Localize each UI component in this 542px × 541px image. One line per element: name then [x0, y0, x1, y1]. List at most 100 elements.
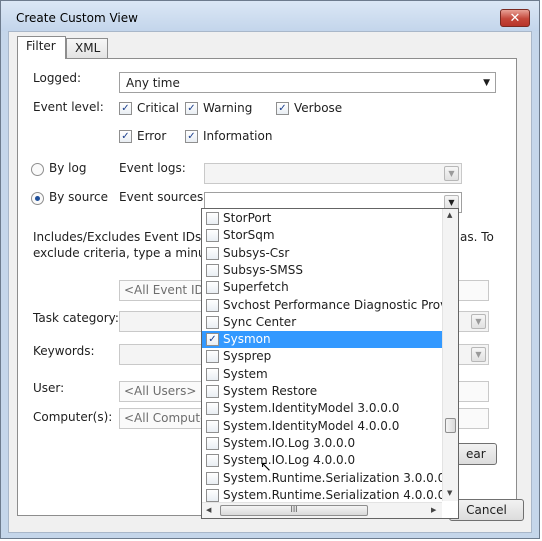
keywords-label: Keywords: [33, 344, 95, 358]
chevron-down-icon: ▼ [471, 314, 486, 329]
event-source-item[interactable]: StorSqm [202, 227, 442, 244]
error-label: Error [137, 129, 167, 143]
verbose-checkbox[interactable]: ✓ [276, 102, 289, 115]
event-source-checkbox[interactable] [206, 315, 219, 329]
event-source-label: Sysprep [223, 349, 272, 364]
event-level-label: Event level: [33, 100, 104, 114]
event-source-label: Svchost Performance Diagnostic Provider [223, 297, 459, 312]
event-source-checkbox[interactable] [206, 488, 219, 502]
event-source-checkbox[interactable] [206, 281, 219, 295]
event-source-label: System.IdentityModel 3.0.0.0 [223, 401, 400, 416]
event-source-item[interactable]: System.IdentityModel 3.0.0.0 [202, 400, 442, 417]
event-source-label: System.Runtime.Serialization 4.0.0.0 [223, 487, 446, 502]
by-log-radio[interactable] [31, 163, 44, 176]
event-source-label: Superfetch [223, 280, 289, 295]
event-source-label: StorSqm [223, 228, 275, 243]
event-sources-dropdown-list[interactable]: StorPort StorSqm Subsys-Csr Subsys-SMSS Supe… [201, 208, 459, 519]
computers-label: Computer(s): [33, 410, 113, 424]
user-label: User: [33, 381, 65, 395]
event-source-label: System.IO.Log 4.0.0.0 [223, 453, 356, 468]
event-source-item[interactable]: System.IO.Log 3.0.0.0 [202, 435, 442, 452]
tab-xml[interactable]: XML [66, 38, 108, 58]
by-source-label: By source [49, 190, 108, 204]
event-source-item[interactable]: Svchost Performance Diagnostic Provider [202, 297, 458, 314]
chevron-down-icon: ▼ [444, 166, 459, 181]
window-title: Create Custom View [16, 11, 138, 25]
event-source-checkbox[interactable] [206, 454, 219, 468]
event-source-checkbox[interactable] [206, 350, 219, 364]
event-source-item[interactable]: Subsys-SMSS [202, 262, 442, 279]
chevron-down-icon: ▼ [471, 347, 486, 362]
event-source-label: StorPort [223, 211, 272, 225]
horizontal-scroll-thumb[interactable]: III [220, 505, 368, 516]
scroll-right-icon[interactable]: ▶ [431, 506, 436, 514]
scroll-down-icon[interactable]: ▼ [447, 489, 452, 497]
by-log-label: By log [49, 161, 87, 175]
critical-checkbox[interactable]: ✓ [119, 102, 132, 115]
check-icon: ✓ [208, 334, 217, 346]
event-source-item[interactable]: Sysprep [202, 348, 442, 365]
critical-label: Critical [137, 101, 179, 115]
event-source-label: System.IdentityModel 4.0.0.0 [223, 418, 400, 433]
error-checkbox[interactable]: ✓ [119, 130, 132, 143]
event-source-item[interactable]: System Restore [202, 383, 442, 400]
event-source-checkbox[interactable]: ✓ [206, 333, 219, 347]
grip-icon: III [290, 505, 298, 514]
event-source-item[interactable]: System.Runtime.Serialization 3.0.0.0 [202, 470, 445, 487]
event-source-checkbox[interactable] [206, 471, 219, 485]
event-source-item[interactable]: System.IO.Log 4.0.0.0 [202, 452, 442, 469]
title-bar[interactable]: Create Custom View ✕ [1, 1, 539, 31]
check-icon: ✓ [187, 103, 196, 114]
create-custom-view-dialog: Create Custom View ✕ Filter XML Logged: … [0, 0, 540, 539]
vertical-scroll-thumb[interactable] [445, 418, 456, 433]
event-source-checkbox[interactable] [206, 367, 219, 381]
chevron-down-icon: ▼ [483, 78, 490, 88]
horizontal-scrollbar[interactable]: ◀ III ▶ [202, 502, 442, 518]
event-source-item[interactable]: StorPort [202, 210, 442, 227]
scroll-up-icon[interactable]: ▲ [447, 211, 452, 219]
by-source-radio[interactable] [31, 192, 44, 205]
event-source-label: Sync Center [223, 314, 297, 329]
event-source-checkbox[interactable] [206, 229, 219, 243]
event-logs-label: Event logs: [119, 161, 186, 175]
warning-label: Warning [203, 101, 253, 115]
event-source-checkbox[interactable] [206, 212, 219, 225]
check-icon: ✓ [121, 103, 130, 114]
task-category-label: Task category: [33, 311, 119, 325]
vertical-scrollbar[interactable]: ▲ ▼ [442, 209, 458, 501]
event-source-checkbox[interactable] [206, 402, 219, 416]
event-source-label: Subsys-SMSS [223, 262, 303, 277]
close-button[interactable]: ✕ [500, 9, 530, 27]
logged-select[interactable]: Any time ▼ [119, 72, 496, 93]
check-icon: ✓ [278, 103, 287, 114]
check-icon: ✓ [121, 131, 130, 142]
event-source-label: System [223, 366, 268, 381]
logged-label: Logged: [33, 71, 82, 85]
event-source-item[interactable]: ✓ Sysmon [202, 331, 442, 349]
event-source-checkbox[interactable] [206, 436, 219, 450]
information-checkbox[interactable]: ✓ [185, 130, 198, 143]
event-ids-description-line1-end: as. To [460, 230, 494, 244]
event-source-checkbox[interactable] [206, 419, 219, 433]
event-source-item[interactable]: Sync Center [202, 314, 442, 331]
mouse-cursor-icon: ↖ [260, 459, 272, 475]
clear-button-label: ear [466, 447, 486, 461]
event-source-checkbox[interactable] [206, 298, 219, 312]
event-source-item[interactable]: Superfetch [202, 279, 442, 296]
event-logs-select[interactable]: ▼ [204, 163, 462, 184]
warning-checkbox[interactable]: ✓ [185, 102, 198, 115]
tab-filter[interactable]: Filter [17, 36, 66, 59]
scroll-left-icon[interactable]: ◀ [206, 506, 211, 514]
event-source-item[interactable]: System [202, 366, 442, 383]
event-source-checkbox[interactable] [206, 385, 219, 398]
verbose-label: Verbose [294, 101, 343, 115]
event-sources-label: Event sources: [119, 190, 208, 204]
event-source-checkbox[interactable] [206, 246, 219, 260]
event-source-label: Sysmon [223, 332, 271, 347]
event-source-item[interactable]: System.IdentityModel 4.0.0.0 [202, 418, 442, 435]
event-source-checkbox[interactable] [206, 263, 219, 277]
check-icon: ✓ [187, 131, 196, 142]
event-source-item[interactable]: Subsys-Csr [202, 245, 442, 262]
cancel-button[interactable]: Cancel [449, 499, 524, 521]
information-label: Information [203, 129, 273, 143]
